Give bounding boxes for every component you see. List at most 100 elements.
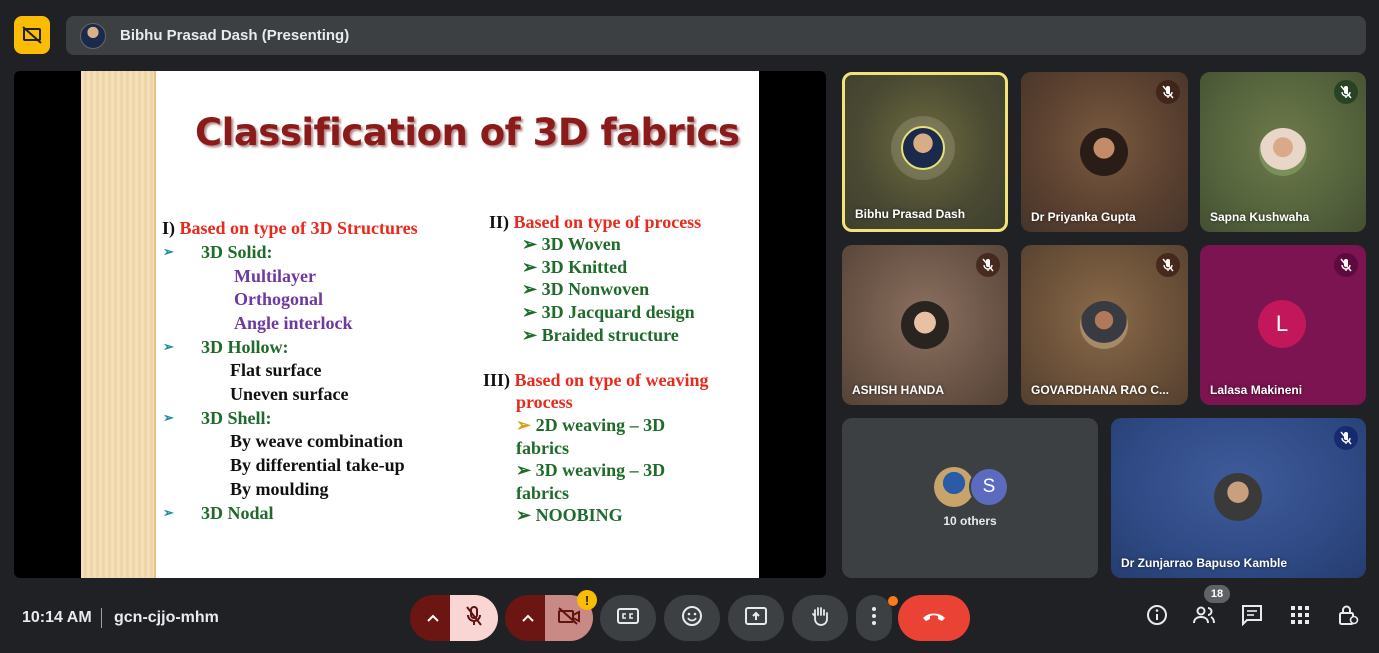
slide-line: Uneven surface	[230, 383, 348, 405]
slide-text-segment: Based on type of 3D Structures	[179, 218, 418, 238]
lock-person-icon	[1337, 604, 1359, 631]
slide-line: process	[516, 391, 573, 413]
participant-tile-sapna[interactable]: Sapna Kushwaha	[1200, 72, 1366, 232]
hand-icon	[810, 605, 830, 632]
slide-text-segment: 3D Shell:	[201, 408, 272, 428]
slide-line: I) Based on type of 3D Structures	[162, 217, 418, 239]
mic-off-icon	[1334, 426, 1358, 450]
apps-grid-icon	[1291, 605, 1309, 629]
slide-line: By differential take-up	[230, 454, 405, 476]
stop-presenting-icon[interactable]	[14, 16, 50, 54]
slide-text-segment: II)	[489, 212, 514, 232]
more-options-button[interactable]	[856, 595, 892, 641]
slide-decoration-stripe	[81, 71, 156, 578]
bullet-arrow-icon: ➢	[163, 339, 174, 354]
slide-line: By moulding	[230, 478, 329, 500]
info-icon	[1146, 604, 1168, 631]
avatar-initial: S	[969, 467, 1009, 507]
slide-text-segment: 3D Solid:	[201, 242, 273, 262]
slide-line: ➢ 3D Woven	[522, 233, 621, 255]
slide-line: ➢ 3D weaving – 3D	[516, 459, 665, 481]
chevron-up-icon	[427, 609, 439, 627]
avatar	[901, 126, 945, 170]
avatar-initial: L	[1258, 300, 1306, 348]
slide-text-segment: ➢ NOOBING	[516, 505, 623, 525]
slide-text-segment: III)	[483, 370, 515, 390]
slide-line: fabrics	[516, 482, 569, 504]
microphone-toggle-button[interactable]	[450, 595, 498, 641]
avatar	[1259, 128, 1307, 176]
mic-off-icon	[465, 605, 483, 632]
mic-off-icon	[1156, 253, 1180, 277]
participant-name: Sapna Kushwaha	[1210, 210, 1310, 224]
people-button[interactable]	[1191, 604, 1217, 630]
captions-button[interactable]	[600, 595, 656, 641]
participant-tile-zunjarrao[interactable]: Dr Zunjarrao Bapuso Kamble	[1111, 418, 1366, 578]
slide-line: ➢ 3D Jacquard design	[522, 301, 695, 323]
people-icon	[1192, 606, 1216, 629]
slide-line: III) Based on type of weaving	[483, 369, 709, 391]
slide-line: ➢ 3D Hollow:	[163, 336, 289, 358]
activities-button[interactable]	[1287, 604, 1313, 630]
slide-text-segment: ➢ 3D Jacquard design	[522, 302, 695, 322]
others-count-label: 10 others	[943, 514, 997, 528]
slide-text-segment: By moulding	[230, 479, 329, 499]
host-controls-button[interactable]	[1335, 604, 1361, 630]
presenter-label: Bibhu Prasad Dash (Presenting)	[120, 27, 350, 44]
slide-text-segment: 2D weaving – 3D	[535, 415, 666, 435]
meeting-details-button[interactable]	[1144, 604, 1170, 630]
participant-tile-ashish[interactable]: ASHISH HANDA	[842, 245, 1008, 405]
emoji-icon	[681, 605, 703, 632]
call-end-icon	[921, 609, 947, 627]
reactions-button[interactable]	[664, 595, 720, 641]
slide-text-segment: ➢ 3D weaving – 3D	[516, 460, 666, 480]
raise-hand-button[interactable]	[792, 595, 848, 641]
slide-line: ➢ 3D Solid:	[163, 241, 273, 263]
slide-text-segment: Flat surface	[230, 360, 322, 380]
slide-text-segment: Multilayer	[234, 266, 316, 286]
leave-call-button[interactable]	[898, 595, 970, 641]
participant-tile-govardhana[interactable]: GOVARDHANA RAO C...	[1021, 245, 1188, 405]
participant-name: Dr Zunjarrao Bapuso Kamble	[1121, 556, 1288, 570]
slide-text-segment: I)	[162, 218, 180, 238]
bullet-arrow-icon: ➢	[163, 505, 174, 520]
others-tile[interactable]: S 10 others	[842, 418, 1098, 578]
slide-text-segment: ➢	[516, 415, 536, 435]
avatar	[901, 301, 949, 349]
presenter-banner: Bibhu Prasad Dash (Presenting)	[66, 16, 1366, 55]
slide-text-segment: 3D Nodal	[201, 503, 274, 523]
slide-line: ➢ Braided structure	[522, 324, 679, 346]
slide-text-segment: fabrics	[516, 438, 569, 458]
slide-text-segment: ➢ 3D Knitted	[522, 257, 628, 277]
slide-line: Angle interlock	[234, 312, 353, 334]
slide-line: Multilayer	[234, 265, 316, 287]
chat-icon	[1241, 604, 1263, 631]
avatar	[934, 467, 974, 507]
presentation-stage: Classification of 3D fabrics I) Based on…	[14, 71, 826, 578]
slide-text-segment: Angle interlock	[234, 313, 353, 333]
avatar	[1080, 128, 1128, 176]
slide-text-segment: ➢ 3D Nonwoven	[522, 279, 650, 299]
slide-text-segment: fabrics	[516, 483, 569, 503]
slide-text-segment: Based on type of process	[513, 212, 702, 232]
mic-off-icon	[976, 253, 1000, 277]
slide-text-segment: By differential take-up	[230, 455, 405, 475]
participant-tile-bibhu[interactable]: Bibhu Prasad Dash	[842, 72, 1008, 232]
camera-warning-badge: !	[577, 590, 597, 610]
present-screen-button[interactable]	[728, 595, 784, 641]
chat-button[interactable]	[1239, 604, 1265, 630]
slide-text-segment: process	[516, 392, 573, 412]
slide-line: Orthogonal	[234, 288, 323, 310]
slide-line: II) Based on type of process	[489, 211, 701, 233]
slide-text-segment: ➢ 3D Woven	[522, 234, 621, 254]
slide: Classification of 3D fabrics I) Based on…	[81, 71, 759, 578]
meeting-code: gcn-cjjo-mhm	[114, 609, 219, 626]
slide-line: By weave combination	[230, 430, 403, 452]
chevron-up-icon	[522, 609, 534, 627]
participant-tile-priyanka[interactable]: Dr Priyanka Gupta	[1021, 72, 1188, 232]
clock: 10:14 AM	[22, 609, 92, 626]
bullet-arrow-icon: ➢	[163, 244, 174, 259]
mic-off-icon	[1334, 253, 1358, 277]
participant-tile-lalasa[interactable]: L Lalasa Makineni	[1200, 245, 1366, 405]
closed-captions-icon	[617, 607, 639, 629]
